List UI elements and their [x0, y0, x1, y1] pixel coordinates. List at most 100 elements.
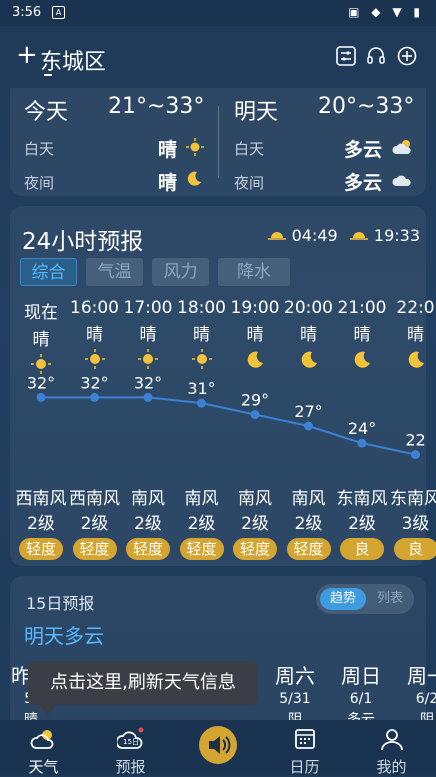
hour-time: 18:00 [175, 298, 229, 318]
app-notification-icon: A [52, 6, 65, 19]
city-name[interactable]: 东城区 [40, 44, 106, 76]
temperature-point [251, 410, 260, 419]
temperature-point [197, 399, 206, 408]
temperature-label: 32° [27, 373, 55, 392]
today-section[interactable]: 今天 21°~33° 白天 晴 夜间 晴 [10, 88, 210, 196]
nav-label: 日历 [261, 756, 348, 777]
day-column[interactable]: 周日6/1多云 [334, 660, 388, 729]
wind-column: 南风2级轻度 [121, 484, 175, 560]
cloudy-night-icon [392, 170, 414, 188]
view-toggle[interactable]: 趋势 列表 [316, 584, 414, 614]
hour-column: 17:00晴 [121, 298, 175, 373]
calendar-icon [291, 726, 319, 752]
daily-headline: 明天多云 [24, 620, 104, 649]
temperature-point [304, 422, 313, 431]
hour-column: 16:00晴 [68, 298, 122, 373]
nav-forecast[interactable]: 15日 预报 [87, 720, 174, 775]
tomorrow-section[interactable]: 明天 20°~33° 白天 多云 夜间 多云 [220, 88, 420, 196]
hour-column: 19:00晴 [228, 298, 282, 373]
hourly-title: 24小时预报 [22, 222, 143, 256]
tomorrow-night-label: 夜间 [234, 172, 264, 193]
temperature-label: 32° [80, 373, 108, 392]
tab-overview[interactable]: 综合 [20, 258, 77, 286]
toggle-trend[interactable]: 趋势 [320, 588, 366, 610]
day-name: 周日 [334, 660, 388, 689]
wind-level: 2级 [121, 509, 175, 534]
tab-precipitation[interactable]: 降水 [218, 258, 290, 286]
day-date: 5/31 [268, 691, 322, 707]
hour-time: 现在 [14, 298, 68, 323]
day-name: 周一 [400, 660, 436, 689]
wind-column: 东南风3级良 [389, 484, 436, 560]
sunset-time: 19:33 [374, 226, 420, 245]
hour-time: 16:00 [68, 298, 122, 318]
toggle-list[interactable]: 列表 [368, 588, 412, 610]
page-indicator [44, 74, 52, 76]
wind-level: 2级 [175, 509, 229, 534]
nav-label: 我的 [348, 756, 435, 777]
wind-level: 2级 [282, 509, 336, 534]
nav-profile[interactable]: 我的 [348, 720, 435, 775]
status-icons: ▣ ◆ ▼ ▮ [348, 5, 424, 19]
settings-sliders-icon[interactable] [336, 46, 356, 66]
sunrise-icon [267, 227, 287, 241]
nav-label: 预报 [87, 756, 174, 777]
forecast-15-icon: 15日 [117, 726, 145, 752]
aqi-badge: 良 [340, 538, 384, 560]
wind-column: 东南风2级良 [335, 484, 389, 560]
aqi-badge: 轻度 [126, 538, 170, 560]
today-range: 21°~33° [108, 94, 204, 119]
today-label: 今天 [24, 94, 68, 126]
speaker-button[interactable] [199, 726, 237, 764]
moon-icon [186, 170, 202, 186]
aqi-badge: 轻度 [180, 538, 224, 560]
hour-cond: 晴 [68, 320, 122, 345]
hour-time: 22:0 [389, 298, 436, 318]
wind-level: 2级 [68, 509, 122, 534]
aqi-badge: 轻度 [233, 538, 277, 560]
wind-direction: 南风 [121, 484, 175, 509]
temperature-point [37, 393, 46, 402]
headset-icon[interactable] [366, 46, 386, 66]
temperature-label: 32° [134, 373, 162, 392]
wind-direction: 南风 [175, 484, 229, 509]
hour-cond: 晴 [14, 325, 68, 350]
hour-time: 17:00 [121, 298, 175, 318]
temperature-label: 22 [405, 431, 425, 450]
sunset-icon [349, 227, 369, 241]
add-city-button[interactable]: + [16, 42, 38, 68]
nav-label: 天气 [0, 756, 87, 777]
wind-direction: 西南风 [68, 484, 122, 509]
cloudy-icon [392, 138, 414, 156]
day-column[interactable]: 周六5/31阴 [268, 660, 322, 729]
sun-icon [186, 138, 204, 156]
hour-cond: 晴 [121, 320, 175, 345]
wind-level: 3级 [389, 509, 436, 534]
wind-column: 西南风2级轻度 [14, 484, 68, 560]
hour-column: 18:00晴 [175, 298, 229, 373]
nav-weather[interactable]: 天气 [0, 720, 87, 775]
day-date: 6/1 [334, 691, 388, 707]
tab-wind[interactable]: 风力 [152, 258, 209, 286]
add-circle-icon[interactable] [397, 46, 417, 66]
hour-column: 21:00晴 [335, 298, 389, 373]
day-name: 周六 [268, 660, 322, 689]
day-column[interactable]: 周一6/2阴 [400, 660, 436, 729]
temperature-label: 24° [348, 419, 376, 438]
refresh-tooltip[interactable]: 点击这里,刷新天气信息 [28, 661, 258, 705]
hourly-forecast-card: 24小时预报 04:49 19:33 综合 气温 风力 降水 现在晴16:00晴… [10, 206, 426, 566]
hour-cond: 晴 [389, 320, 436, 345]
forecast-badge: 15日 [123, 738, 139, 746]
day-date: 6/2 [400, 691, 436, 707]
wind-direction: 西南风 [14, 484, 68, 509]
hour-cond: 晴 [228, 320, 282, 345]
aqi-badge: 轻度 [73, 538, 117, 560]
today-night-label: 夜间 [24, 172, 54, 193]
status-bar: 3:56 A ▣ ◆ ▼ ▮ [0, 0, 436, 26]
wind-level: 2级 [228, 509, 282, 534]
temperature-label: 27° [294, 402, 322, 421]
nav-calendar[interactable]: 日历 [261, 720, 348, 775]
tab-temperature[interactable]: 气温 [86, 258, 143, 286]
speaker-icon [199, 726, 237, 764]
wind-column: 南风2级轻度 [175, 484, 229, 560]
